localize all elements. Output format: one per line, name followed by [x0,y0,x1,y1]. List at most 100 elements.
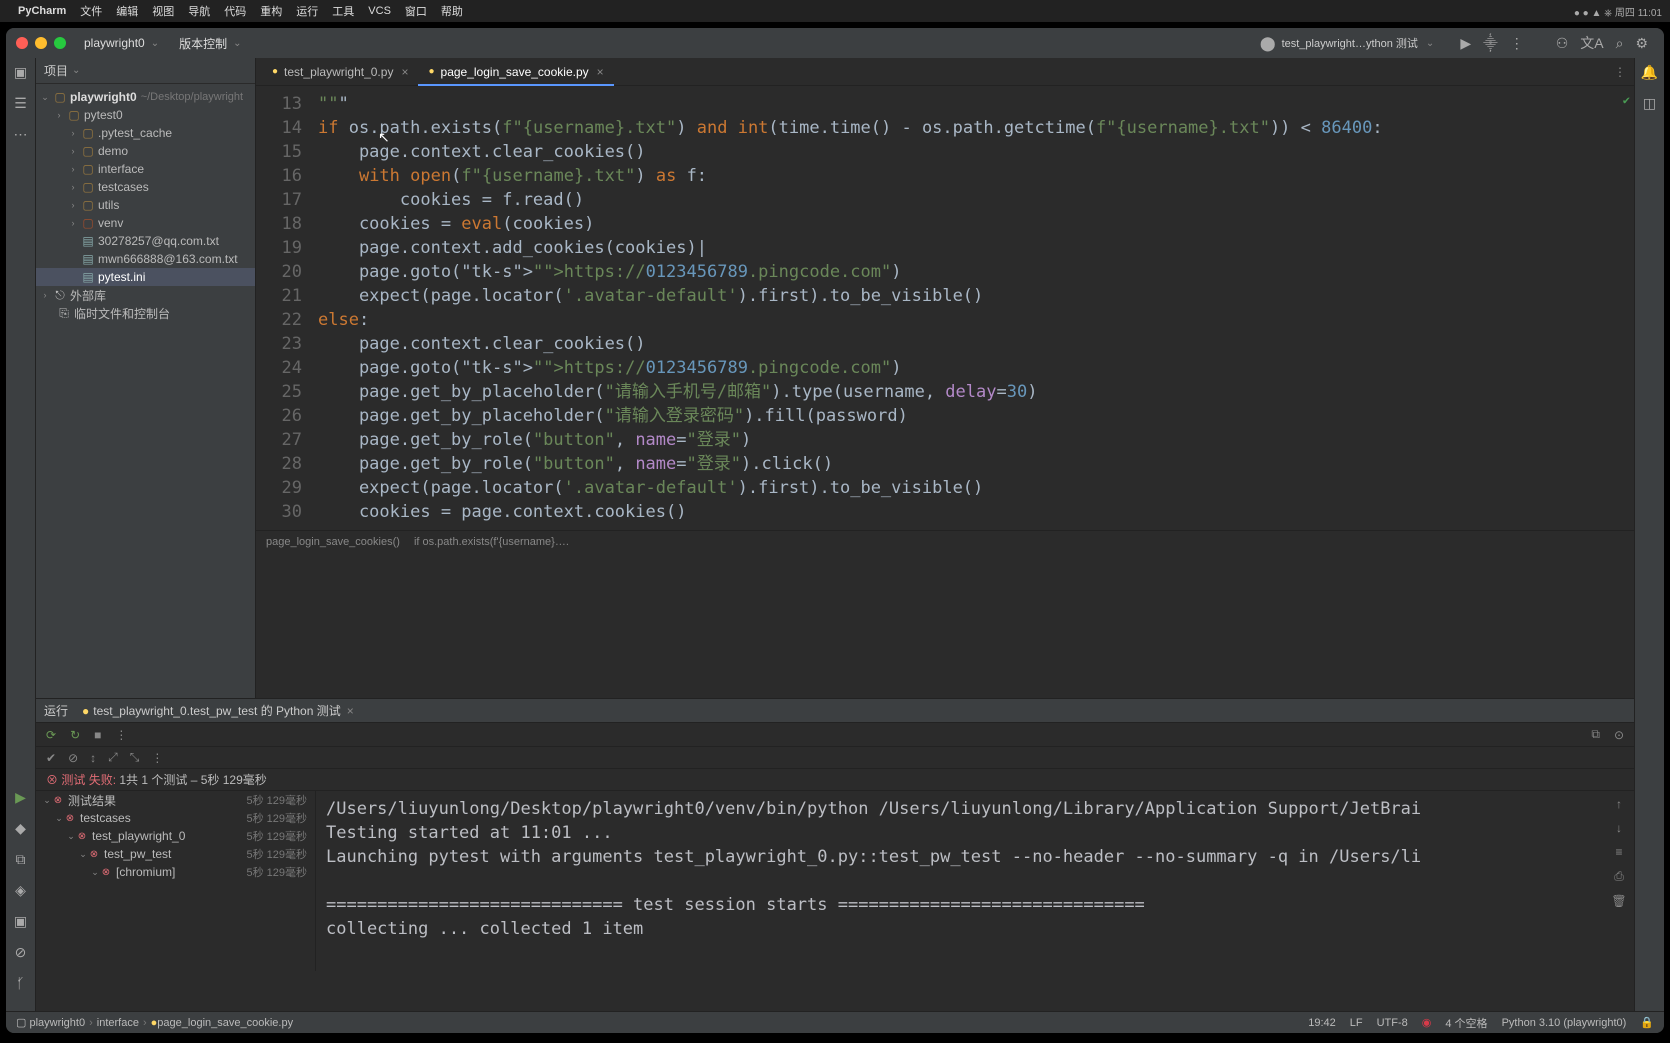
close-window-icon[interactable] [16,37,28,49]
problems-icon[interactable]: ⊘ [15,944,27,961]
editor-source[interactable]: """if os.path.exists(f"{username}.txt") … [310,86,1634,530]
test-tree-row[interactable]: ⌄⊗testcases5秒 129毫秒 [36,809,315,827]
tab-test-playwright-0[interactable]: ● test_playwright_0.py × [262,58,418,85]
filter-more-icon[interactable]: ⋮ [151,751,163,765]
project-name[interactable]: playwright0 [84,36,145,50]
tree-node[interactable]: ›▢demo [36,142,255,160]
python-packages-icon[interactable]: ◆ [15,820,26,837]
breadcrumb-root[interactable]: ▢ playwright0 [16,1016,85,1029]
breadcrumb-file[interactable]: page_login_save_cookie.py [157,1017,293,1029]
vcs-menu[interactable]: 版本控制 [179,35,227,52]
settings-icon[interactable]: ⚙ [1635,35,1648,52]
menu-vcs[interactable]: VCS [368,5,391,17]
run-tab[interactable]: test_playwright_0.test_pw_test 的 Python … [93,702,340,719]
sort-icon[interactable]: ↕ [90,751,96,765]
python-console-icon[interactable]: ⧉ [16,851,26,868]
project-tool-icon[interactable]: ▣ [14,64,27,81]
scroll-top-icon[interactable]: ↑ [1616,797,1622,811]
git-status-icon[interactable]: ◉ [1422,1016,1432,1029]
tree-node[interactable]: ›▢interface [36,160,255,178]
tree-node[interactable]: ›▢.pytest_cache [36,124,255,142]
test-tree[interactable]: ⌄⊗测试结果5秒 129毫秒⌄⊗testcases5秒 129毫秒⌄⊗test_… [36,791,316,971]
project-tree[interactable]: ⌄▢ playwright0 ~/Desktop/playwright ›▢py… [36,84,255,326]
test-tree-row[interactable]: ⌄⊗[chromium]5秒 129毫秒 [36,863,315,881]
tree-node[interactable]: ▤mwn666888@163.com.txt [36,250,255,268]
stop-icon[interactable]: ■ [94,728,101,742]
run-icon[interactable]: ▶ [1460,35,1471,52]
layout-icon[interactable]: ⧉ [1591,727,1600,742]
crumb-if[interactable]: if os.path.exists(f'{username}…. [414,536,569,548]
tree-root[interactable]: ⌄▢ playwright0 ~/Desktop/playwright [36,88,255,106]
close-run-tab-icon[interactable]: × [347,704,354,718]
git-icon[interactable]: ᚶ [16,975,24,991]
breadcrumbs-editor[interactable]: page_login_save_cookies() if os.path.exi… [256,530,1634,552]
collapse-all-icon[interactable]: ⤡ [130,750,140,765]
menu-edit[interactable]: 编辑 [116,3,138,19]
cursor-position[interactable]: 19:42 [1308,1017,1336,1029]
close-tab-icon[interactable]: × [597,65,604,79]
encoding[interactable]: UTF-8 [1377,1017,1408,1029]
menu-file[interactable]: 文件 [80,3,102,19]
project-chevron-icon[interactable]: ⌄ [72,65,80,76]
trash-icon[interactable]: 🗑 [1611,894,1626,908]
menubar-app[interactable]: PyCharm [18,5,66,17]
run-configuration[interactable]: test_playwright…ython 测试 [1282,35,1418,51]
tab-page-login-save-cookie[interactable]: ● page_login_save_cookie.py × [418,58,613,85]
test-tree-row[interactable]: ⌄⊗test_pw_test5秒 129毫秒 [36,845,315,863]
pin-icon[interactable]: ⊙ [1614,728,1624,742]
indent[interactable]: 4 个空格 [1445,1015,1487,1031]
line-sep[interactable]: LF [1350,1017,1363,1029]
lock-icon[interactable]: 🔒 [1640,1016,1654,1029]
tree-node[interactable]: ▤30278257@qq.com.txt [36,232,255,250]
test-tree-row[interactable]: ⌄⊗test_playwright_05秒 129毫秒 [36,827,315,845]
services-icon[interactable]: ◈ [15,882,26,899]
menu-view[interactable]: 视图 [152,3,174,19]
menu-window[interactable]: 窗口 [405,3,427,19]
database-icon[interactable]: ◫ [1643,95,1656,112]
menu-code[interactable]: 代码 [224,3,246,19]
menu-navigate[interactable]: 导航 [188,3,210,19]
tree-node[interactable]: ▤pytest.ini [36,268,255,286]
editor-gutter[interactable]: 131415161718192021222324252627282930 [256,86,310,530]
screenshot-icon[interactable]: ⎙ [1614,869,1624,884]
project-panel-header[interactable]: 项目 ⌄ [36,58,255,84]
close-tab-icon[interactable]: × [401,65,408,79]
menu-refactor[interactable]: 重构 [260,3,282,19]
minimize-window-icon[interactable] [35,37,47,49]
code-with-me-icon[interactable]: ⚇ [1556,35,1569,52]
show-passed-icon[interactable]: ✔ [46,751,56,765]
rerun-failed-icon[interactable]: ↻ [70,728,80,742]
expand-all-icon[interactable]: ⤢ [108,750,118,765]
rerun-icon[interactable]: ⟳ [46,728,56,742]
vcs-chevron-icon[interactable]: ⌄ [233,38,241,49]
interpreter[interactable]: Python 3.10 (playwright0) [1502,1017,1627,1029]
project-chevron-icon[interactable]: ⌄ [151,38,159,49]
tab-menu-icon[interactable]: ⋮ [1614,65,1626,79]
structure-tool-icon[interactable]: ☰ [14,95,27,112]
tree-node[interactable]: ›▢testcases [36,178,255,196]
tree-node[interactable]: ›▢pytest0 [36,106,255,124]
crumb-fn[interactable]: page_login_save_cookies() [266,536,400,548]
tree-scratches[interactable]: ⎘临时文件和控制台 [36,304,255,322]
zoom-window-icon[interactable] [54,37,66,49]
code-editor[interactable]: ✔ 131415161718192021222324252627282930 "… [256,86,1634,530]
debug-icon[interactable]: ⸎ [1483,34,1498,53]
run-tool-icon[interactable]: ▶ [15,789,26,806]
tree-node[interactable]: ›▢venv [36,214,255,232]
test-console[interactable]: /Users/liuyunlong/Desktop/playwright0/ve… [316,791,1604,971]
menu-help[interactable]: 帮助 [441,3,463,19]
translate-icon[interactable]: 文A [1580,33,1603,53]
menu-tools[interactable]: 工具 [332,3,354,19]
breadcrumb-dir[interactable]: interface [97,1017,139,1029]
menu-run[interactable]: 运行 [296,3,318,19]
more-run-icon[interactable]: ⋮ [1510,35,1524,52]
tree-node[interactable]: ›▢utils [36,196,255,214]
more-tool-icon[interactable]: ⋯ [14,126,28,143]
test-tree-row[interactable]: ⌄⊗测试结果5秒 129毫秒 [36,791,315,809]
run-more-icon[interactable]: ⋮ [115,728,127,742]
scroll-bottom-icon[interactable]: ↓ [1616,821,1622,835]
show-ignored-icon[interactable]: ⊘ [68,751,78,765]
runconf-chevron-icon[interactable]: ⌄ [1426,38,1434,49]
terminal-icon[interactable]: ▣ [14,913,27,930]
tree-external-libs[interactable]: ›⎋外部库 [36,286,255,304]
